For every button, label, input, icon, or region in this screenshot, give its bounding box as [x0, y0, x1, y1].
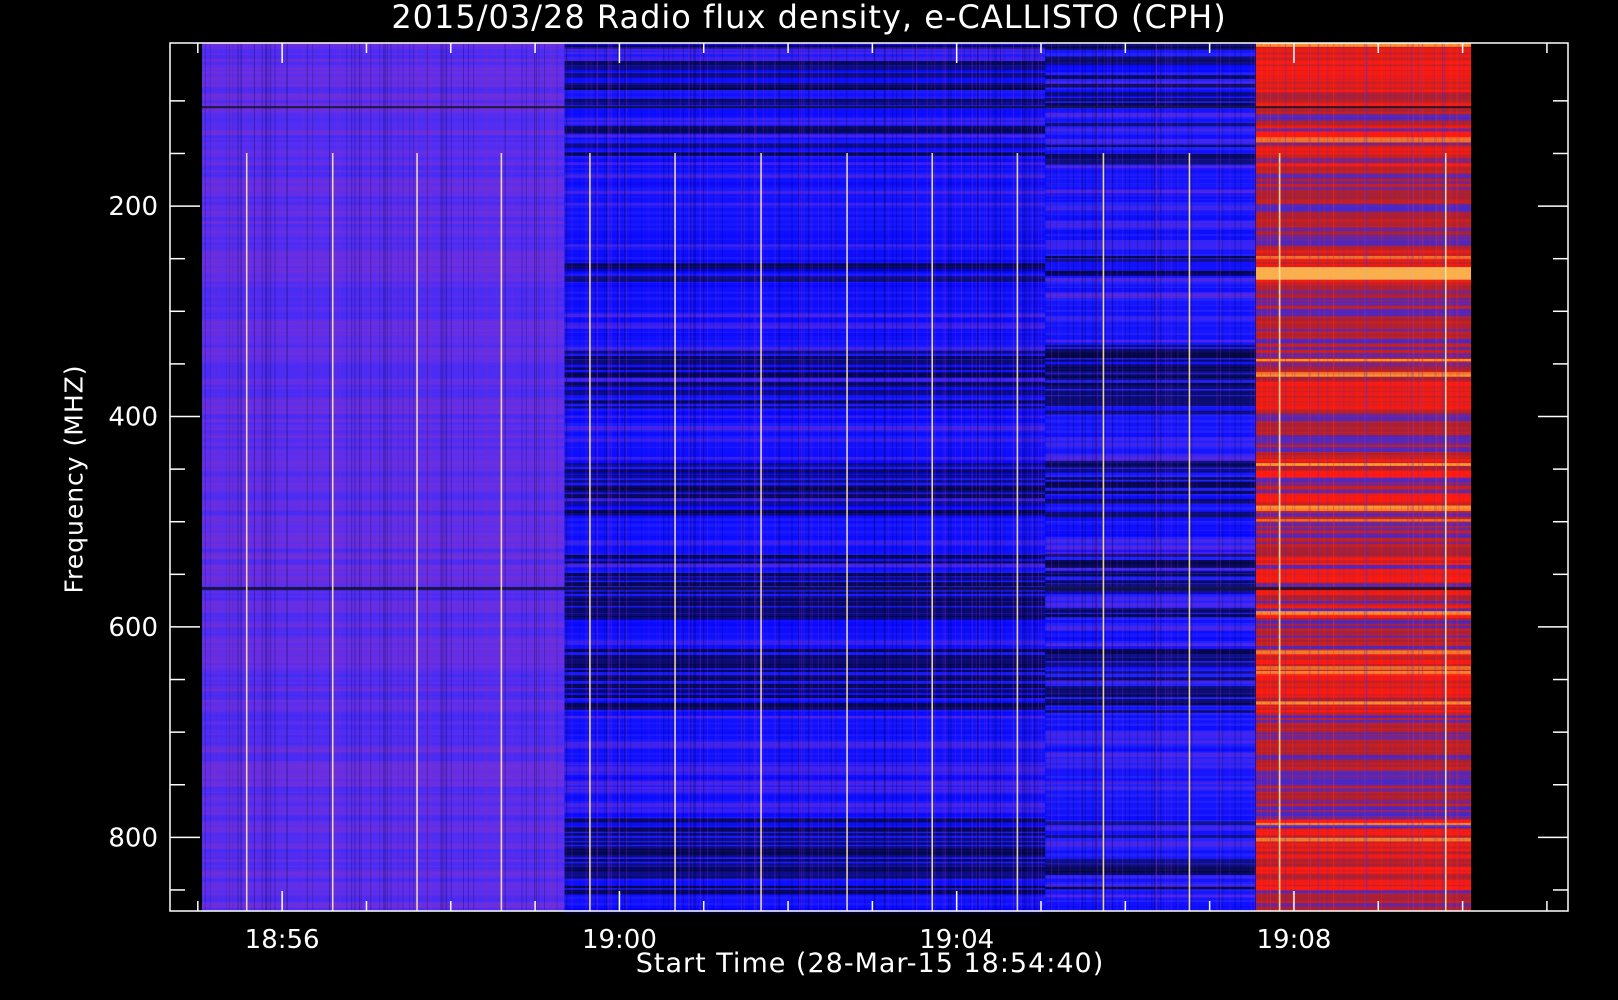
- y-tick-label: 400: [108, 403, 158, 433]
- spectrogram-chart: 18:56 19:00 19:04 19:08200400600800: [108, 42, 1569, 955]
- artefact-row-2: [202, 586, 1472, 591]
- y-tick-label: 600: [108, 613, 158, 643]
- y-axis-label: Frequency (MHZ): [59, 364, 89, 594]
- burst-band: [1256, 267, 1472, 280]
- x-axis-label: Start Time (28-Mar-15 18:54:40): [635, 948, 1105, 979]
- spectrogram-image: [202, 43, 1472, 913]
- artefact-row-1: [202, 106, 1472, 109]
- y-tick-label: 800: [108, 823, 158, 853]
- y-tick-label: 200: [108, 192, 158, 222]
